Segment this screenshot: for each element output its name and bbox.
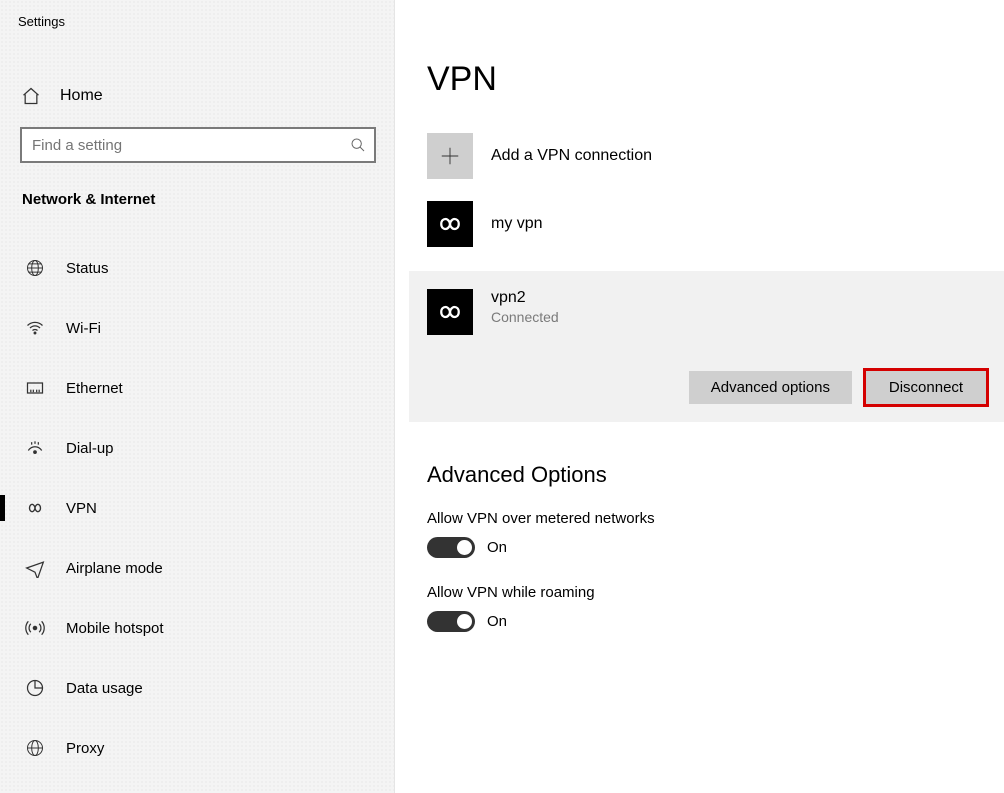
search-box[interactable]	[20, 127, 376, 163]
sidebar-item-datausage[interactable]: Data usage	[0, 658, 394, 718]
toggle-state: On	[487, 613, 507, 630]
add-vpn-connection[interactable]: Add a VPN connection	[427, 133, 992, 179]
sidebar-item-label: Ethernet	[66, 380, 123, 397]
toggle-knob	[457, 614, 472, 629]
vpn-action-buttons: Advanced options Disconnect	[427, 371, 986, 404]
sidebar-item-hotspot[interactable]: Mobile hotspot	[0, 598, 394, 658]
proxy-icon	[24, 737, 46, 759]
vpn-connection-selected[interactable]: vpn2 Connected Advanced options Disconne…	[409, 271, 1004, 422]
sidebar-item-label: Data usage	[66, 680, 143, 697]
sidebar-item-label: Dial-up	[66, 440, 114, 457]
sidebar-item-label: Status	[66, 260, 109, 277]
add-vpn-label: Add a VPN connection	[491, 147, 652, 165]
sidebar-item-status[interactable]: Status	[0, 238, 394, 298]
datausage-icon	[24, 677, 46, 699]
home-icon	[20, 85, 42, 107]
app-title: Settings	[0, 10, 394, 29]
vpn-tile-icon	[427, 289, 473, 335]
toggle-switch[interactable]	[427, 537, 475, 558]
page-title: VPN	[427, 60, 992, 99]
search-icon	[342, 137, 374, 153]
sidebar-item-proxy[interactable]: Proxy	[0, 718, 394, 778]
dialup-icon	[24, 437, 46, 459]
sidebar-item-label: VPN	[66, 500, 97, 517]
plus-icon	[427, 133, 473, 179]
vpn-icon	[24, 497, 46, 519]
sidebar-nav-list: Status Wi-Fi	[0, 238, 394, 778]
disconnect-button[interactable]: Disconnect	[866, 371, 986, 404]
toggle-switch[interactable]	[427, 611, 475, 632]
wifi-icon	[24, 317, 46, 339]
advanced-options-heading: Advanced Options	[427, 462, 992, 488]
advanced-options-button[interactable]: Advanced options	[689, 371, 852, 404]
sidebar-item-airplane[interactable]: Airplane mode	[0, 538, 394, 598]
toggle-roaming: Allow VPN while roaming On	[427, 584, 992, 632]
sidebar-item-ethernet[interactable]: Ethernet	[0, 358, 394, 418]
sidebar-item-label: Proxy	[66, 740, 104, 757]
sidebar-item-wifi[interactable]: Wi-Fi	[0, 298, 394, 358]
toggle-state: On	[487, 539, 507, 556]
vpn-connection-item[interactable]: my vpn	[427, 201, 992, 247]
vpn-tile-icon	[427, 201, 473, 247]
sidebar-item-label: Mobile hotspot	[66, 620, 164, 637]
search-wrap	[20, 127, 376, 163]
sidebar-home[interactable]: Home	[0, 73, 394, 119]
sidebar-item-dialup[interactable]: Dial-up	[0, 418, 394, 478]
globe-icon	[24, 257, 46, 279]
sidebar-category-header: Network & Internet	[0, 163, 394, 216]
toggle-label: Allow VPN over metered networks	[427, 510, 992, 527]
ethernet-icon	[24, 377, 46, 399]
toggle-knob	[457, 540, 472, 555]
sidebar: Settings Home Network & Internet	[0, 0, 395, 793]
vpn-name: vpn2	[491, 289, 559, 307]
hotspot-icon	[24, 617, 46, 639]
toggle-label: Allow VPN while roaming	[427, 584, 992, 601]
toggle-metered: Allow VPN over metered networks On	[427, 510, 992, 558]
home-label: Home	[60, 87, 103, 105]
sidebar-item-label: Airplane mode	[66, 560, 163, 577]
sidebar-item-label: Wi-Fi	[66, 320, 101, 337]
airplane-icon	[24, 557, 46, 579]
main-content: VPN Add a VPN connection my vpn	[395, 0, 1004, 793]
sidebar-item-vpn[interactable]: VPN	[0, 478, 394, 538]
vpn-status: Connected	[491, 309, 559, 325]
search-input[interactable]	[22, 129, 342, 161]
vpn-name: my vpn	[491, 215, 543, 233]
